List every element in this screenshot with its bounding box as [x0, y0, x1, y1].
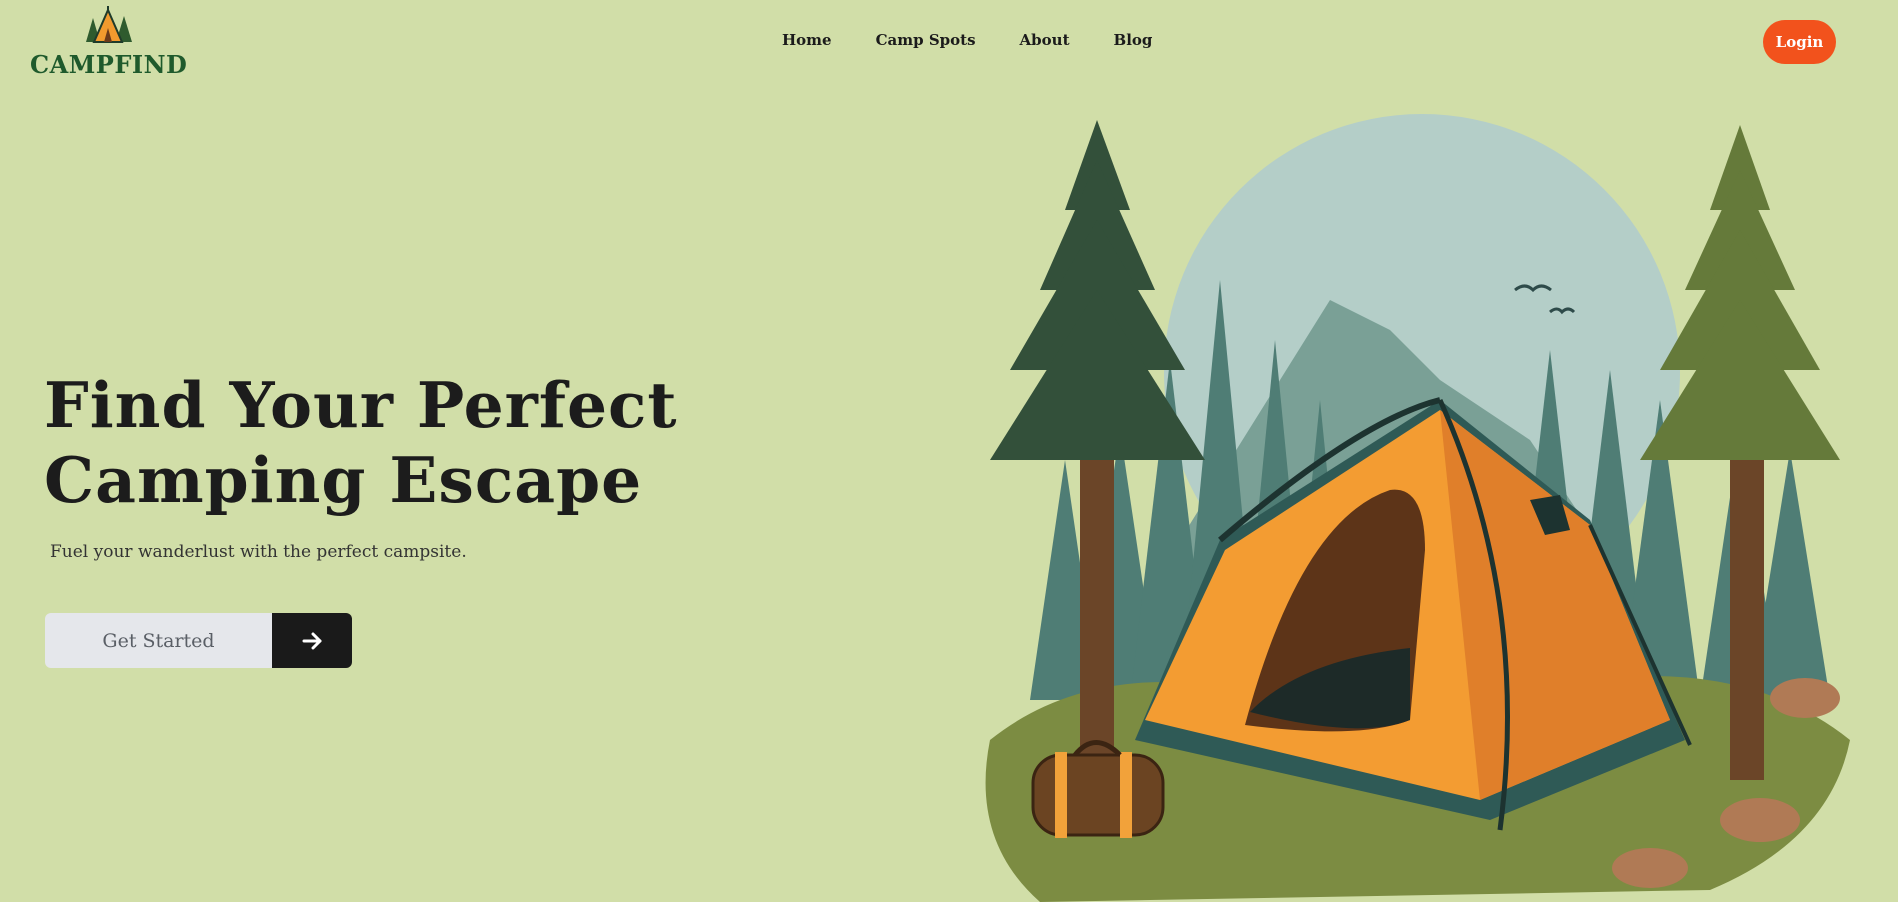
- get-started-button[interactable]: Get Started: [45, 613, 272, 668]
- brand-logo[interactable]: CAMPFIND: [30, 4, 187, 79]
- nav-blog[interactable]: Blog: [1114, 31, 1153, 49]
- tent-trees-logo-icon: [86, 6, 132, 43]
- nav-camp-spots[interactable]: Camp Spots: [876, 31, 976, 49]
- brand-name: CAMPFIND: [30, 50, 188, 79]
- duffel-bag: [1031, 740, 1165, 838]
- camping-illustration: [985, 114, 1850, 902]
- nav-about[interactable]: About: [1020, 31, 1070, 49]
- get-started-cta: Get Started: [45, 613, 352, 668]
- rock: [1612, 848, 1688, 888]
- hero-subtitle: Fuel your wanderlust with the perfect ca…: [50, 542, 467, 562]
- nav-home[interactable]: Home: [782, 31, 832, 49]
- hero-title: Find Your Perfect Camping Escape: [44, 368, 678, 517]
- rock: [1770, 678, 1840, 718]
- cta-arrow-button[interactable]: [272, 613, 352, 668]
- main-nav: Home Camp Spots About Blog: [782, 31, 1196, 49]
- arrow-right-icon: [302, 632, 322, 649]
- rock: [1720, 798, 1800, 842]
- login-button[interactable]: Login: [1763, 20, 1836, 64]
